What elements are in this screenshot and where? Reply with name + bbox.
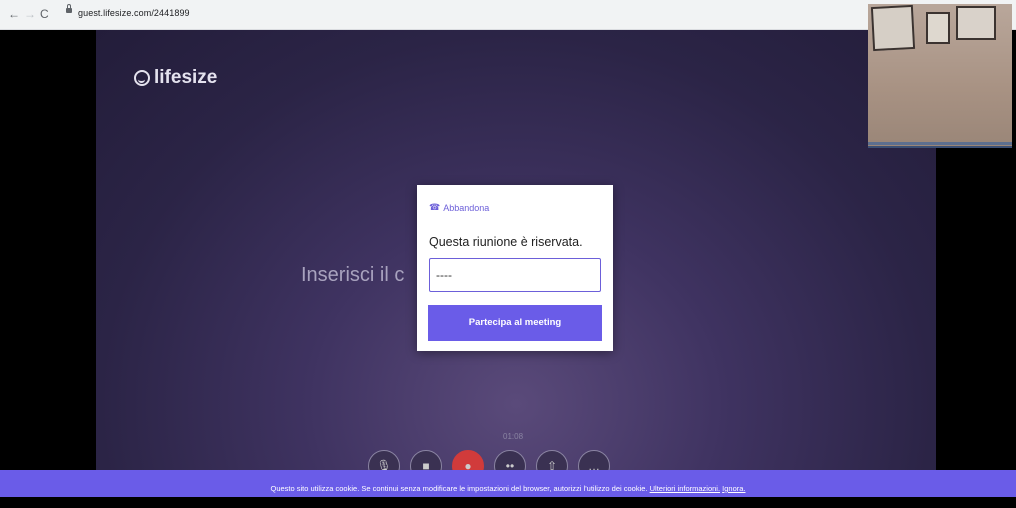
self-view-video	[868, 4, 1012, 148]
password-input[interactable]	[429, 258, 601, 292]
participants-icon[interactable]: ••	[494, 450, 526, 470]
microphone-icon[interactable]: 🎙	[368, 450, 400, 470]
wall-frame	[956, 6, 996, 40]
cookie-text: Questo sito utilizza cookie. Se continui…	[270, 484, 650, 493]
browser-toolbar: ← → C guest.lifesize.com/2441899 ■ ◎ ☆ B…	[0, 0, 1016, 30]
join-meeting-button[interactable]: Partecipa al meeting	[428, 305, 602, 341]
more-icon[interactable]: …	[578, 450, 610, 470]
forward-icon[interactable]: →	[24, 7, 36, 21]
leave-label: Abbandona	[443, 202, 490, 213]
wall-frame	[870, 4, 916, 52]
ignore-link[interactable]: Ignora.	[722, 484, 745, 493]
share-icon[interactable]: ⇧	[536, 450, 568, 470]
lifesize-logo: lifesize	[134, 67, 217, 89]
back-icon[interactable]: ←	[8, 7, 20, 21]
dialog-title: Questa riunione è riservata.	[429, 235, 583, 249]
end-call-icon[interactable]: ●	[452, 450, 484, 470]
camera-icon[interactable]: ■	[410, 450, 442, 470]
more-info-link[interactable]: Ulteriori informazioni.	[650, 484, 720, 493]
leave-button[interactable]: ☎ Abbandona	[429, 202, 489, 213]
call-timer: 01:08	[503, 432, 524, 441]
lock-icon[interactable]	[66, 4, 72, 13]
background-prompt: Inserisci il c	[301, 264, 405, 286]
cookie-banner: Questo sito utilizza cookie. Se continui…	[0, 470, 1016, 497]
call-controls: 🎙 ■ ● •• ⇧ …	[368, 450, 668, 470]
reload-icon[interactable]: C	[40, 7, 49, 21]
phone-hangup-icon: ☎	[429, 202, 441, 212]
address-bar[interactable]: guest.lifesize.com/2441899	[78, 8, 190, 18]
wall-frame	[926, 12, 950, 44]
pip-ledge	[868, 142, 1012, 145]
password-dialog: ☎ Abbandona Questa riunione è riservata.…	[417, 185, 613, 351]
logo-text: lifesize	[154, 67, 218, 88]
lifesize-logo-icon	[134, 70, 150, 86]
